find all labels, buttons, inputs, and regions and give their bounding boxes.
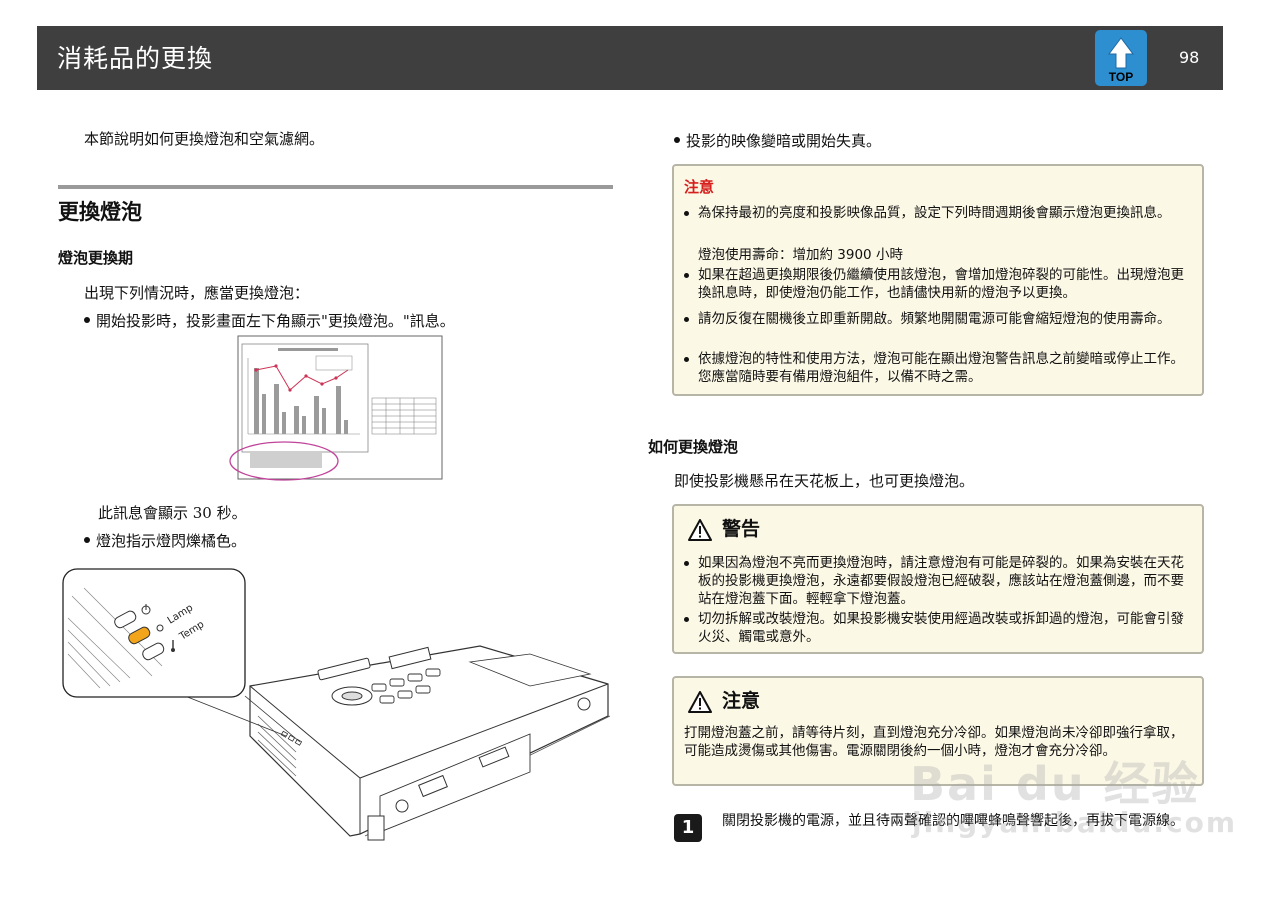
- section-divider: [58, 185, 613, 189]
- page-title: 消耗品的更換: [57, 44, 214, 73]
- intro-text: 本節說明如何更換燈泡和空氣濾網。: [84, 130, 325, 148]
- bullet-image-dim: 投影的映像變暗或開始失真。: [674, 130, 881, 151]
- projector-illustration: Lamp Temp: [62, 568, 611, 841]
- lamp-lifetime: 燈泡使用壽命：增加約 3900 小時: [698, 247, 903, 263]
- warning-item: 如果因為燈泡不亮而更換燈泡時，請注意燈泡有可能是碎裂的。如果為安裝在天花板的投影…: [684, 554, 1194, 608]
- note-box: 注意 為保持最初的亮度和投影映像品質，設定下列時間週期後會顯示燈泡更換訊息。 燈…: [672, 164, 1204, 396]
- bullet-text: 燈泡指示燈閃爍橘色。: [96, 532, 247, 550]
- how-title: 如何更換燈泡: [648, 438, 739, 456]
- period-intro: 出現下列情況時，應當更換燈泡：: [84, 284, 310, 302]
- page-number: 98: [1179, 48, 1200, 67]
- bullet-dot: [674, 137, 680, 143]
- period-title: 燈泡更換期: [58, 249, 134, 267]
- screen-illustration: [229, 335, 443, 481]
- warning-header: 警告: [688, 514, 760, 541]
- note-title: 注意: [684, 178, 715, 196]
- bullet-start-projection: 開始投影時，投影畫面左下角顯示"更換燈泡。"訊息。: [84, 310, 455, 331]
- watermark: Bai du 经验: [910, 757, 1200, 811]
- watermark-url: jingyan.baidu.com: [912, 806, 1238, 839]
- warning-icon: [688, 518, 712, 541]
- bullet-text: 投影的映像變暗或開始失真。: [686, 132, 882, 150]
- message-duration: 此訊息會顯示 30 秒。: [98, 504, 247, 522]
- caution-title: 注意: [722, 690, 761, 712]
- top-button[interactable]: TOP: [1095, 30, 1147, 86]
- top-label: TOP: [1108, 70, 1134, 84]
- step-number: 1: [674, 814, 702, 842]
- note-item: 請勿反復在關機後立即重新開啟。頻繁地開關電源可能會縮短燈泡的使用壽命。: [684, 310, 1194, 328]
- page-header: 消耗品的更換 TOP 98: [37, 26, 1223, 90]
- bullet-text: 開始投影時，投影畫面左下角顯示"更換燈泡。"訊息。: [96, 312, 455, 330]
- caution-icon: [688, 690, 712, 713]
- bullet-dot: [84, 317, 90, 323]
- note-item: 如果在超過更換期限後仍繼續使用該燈泡，會增加燈泡碎裂的可能性。出現燈泡更換訊息時…: [684, 266, 1194, 302]
- warning-box: 警告 如果因為燈泡不亮而更換燈泡時，請注意燈泡有可能是碎裂的。如果為安裝在天花板…: [672, 504, 1204, 654]
- bullet-lamp-indicator: 燈泡指示燈閃爍橘色。: [84, 530, 246, 551]
- how-intro: 即使投影機懸吊在天花板上，也可更換燈泡。: [674, 472, 975, 490]
- bullet-dot: [84, 537, 90, 543]
- warning-title: 警告: [722, 518, 761, 540]
- note-item: 依據燈泡的特性和使用方法，燈泡可能在顯出燈泡警告訊息之前變暗或停止工作。您應當隨…: [684, 350, 1194, 386]
- note-item: 為保持最初的亮度和投影映像品質，設定下列時間週期後會顯示燈泡更換訊息。: [684, 204, 1194, 222]
- caution-header: 注意: [688, 686, 760, 713]
- section-title: 更換燈泡: [58, 200, 142, 224]
- warning-item: 切勿拆解或改裝燈泡。如果投影機安裝使用經過改裝或拆卸過的燈泡，可能會引發火災、觸…: [684, 610, 1194, 646]
- home-arrow-icon: [1108, 37, 1134, 69]
